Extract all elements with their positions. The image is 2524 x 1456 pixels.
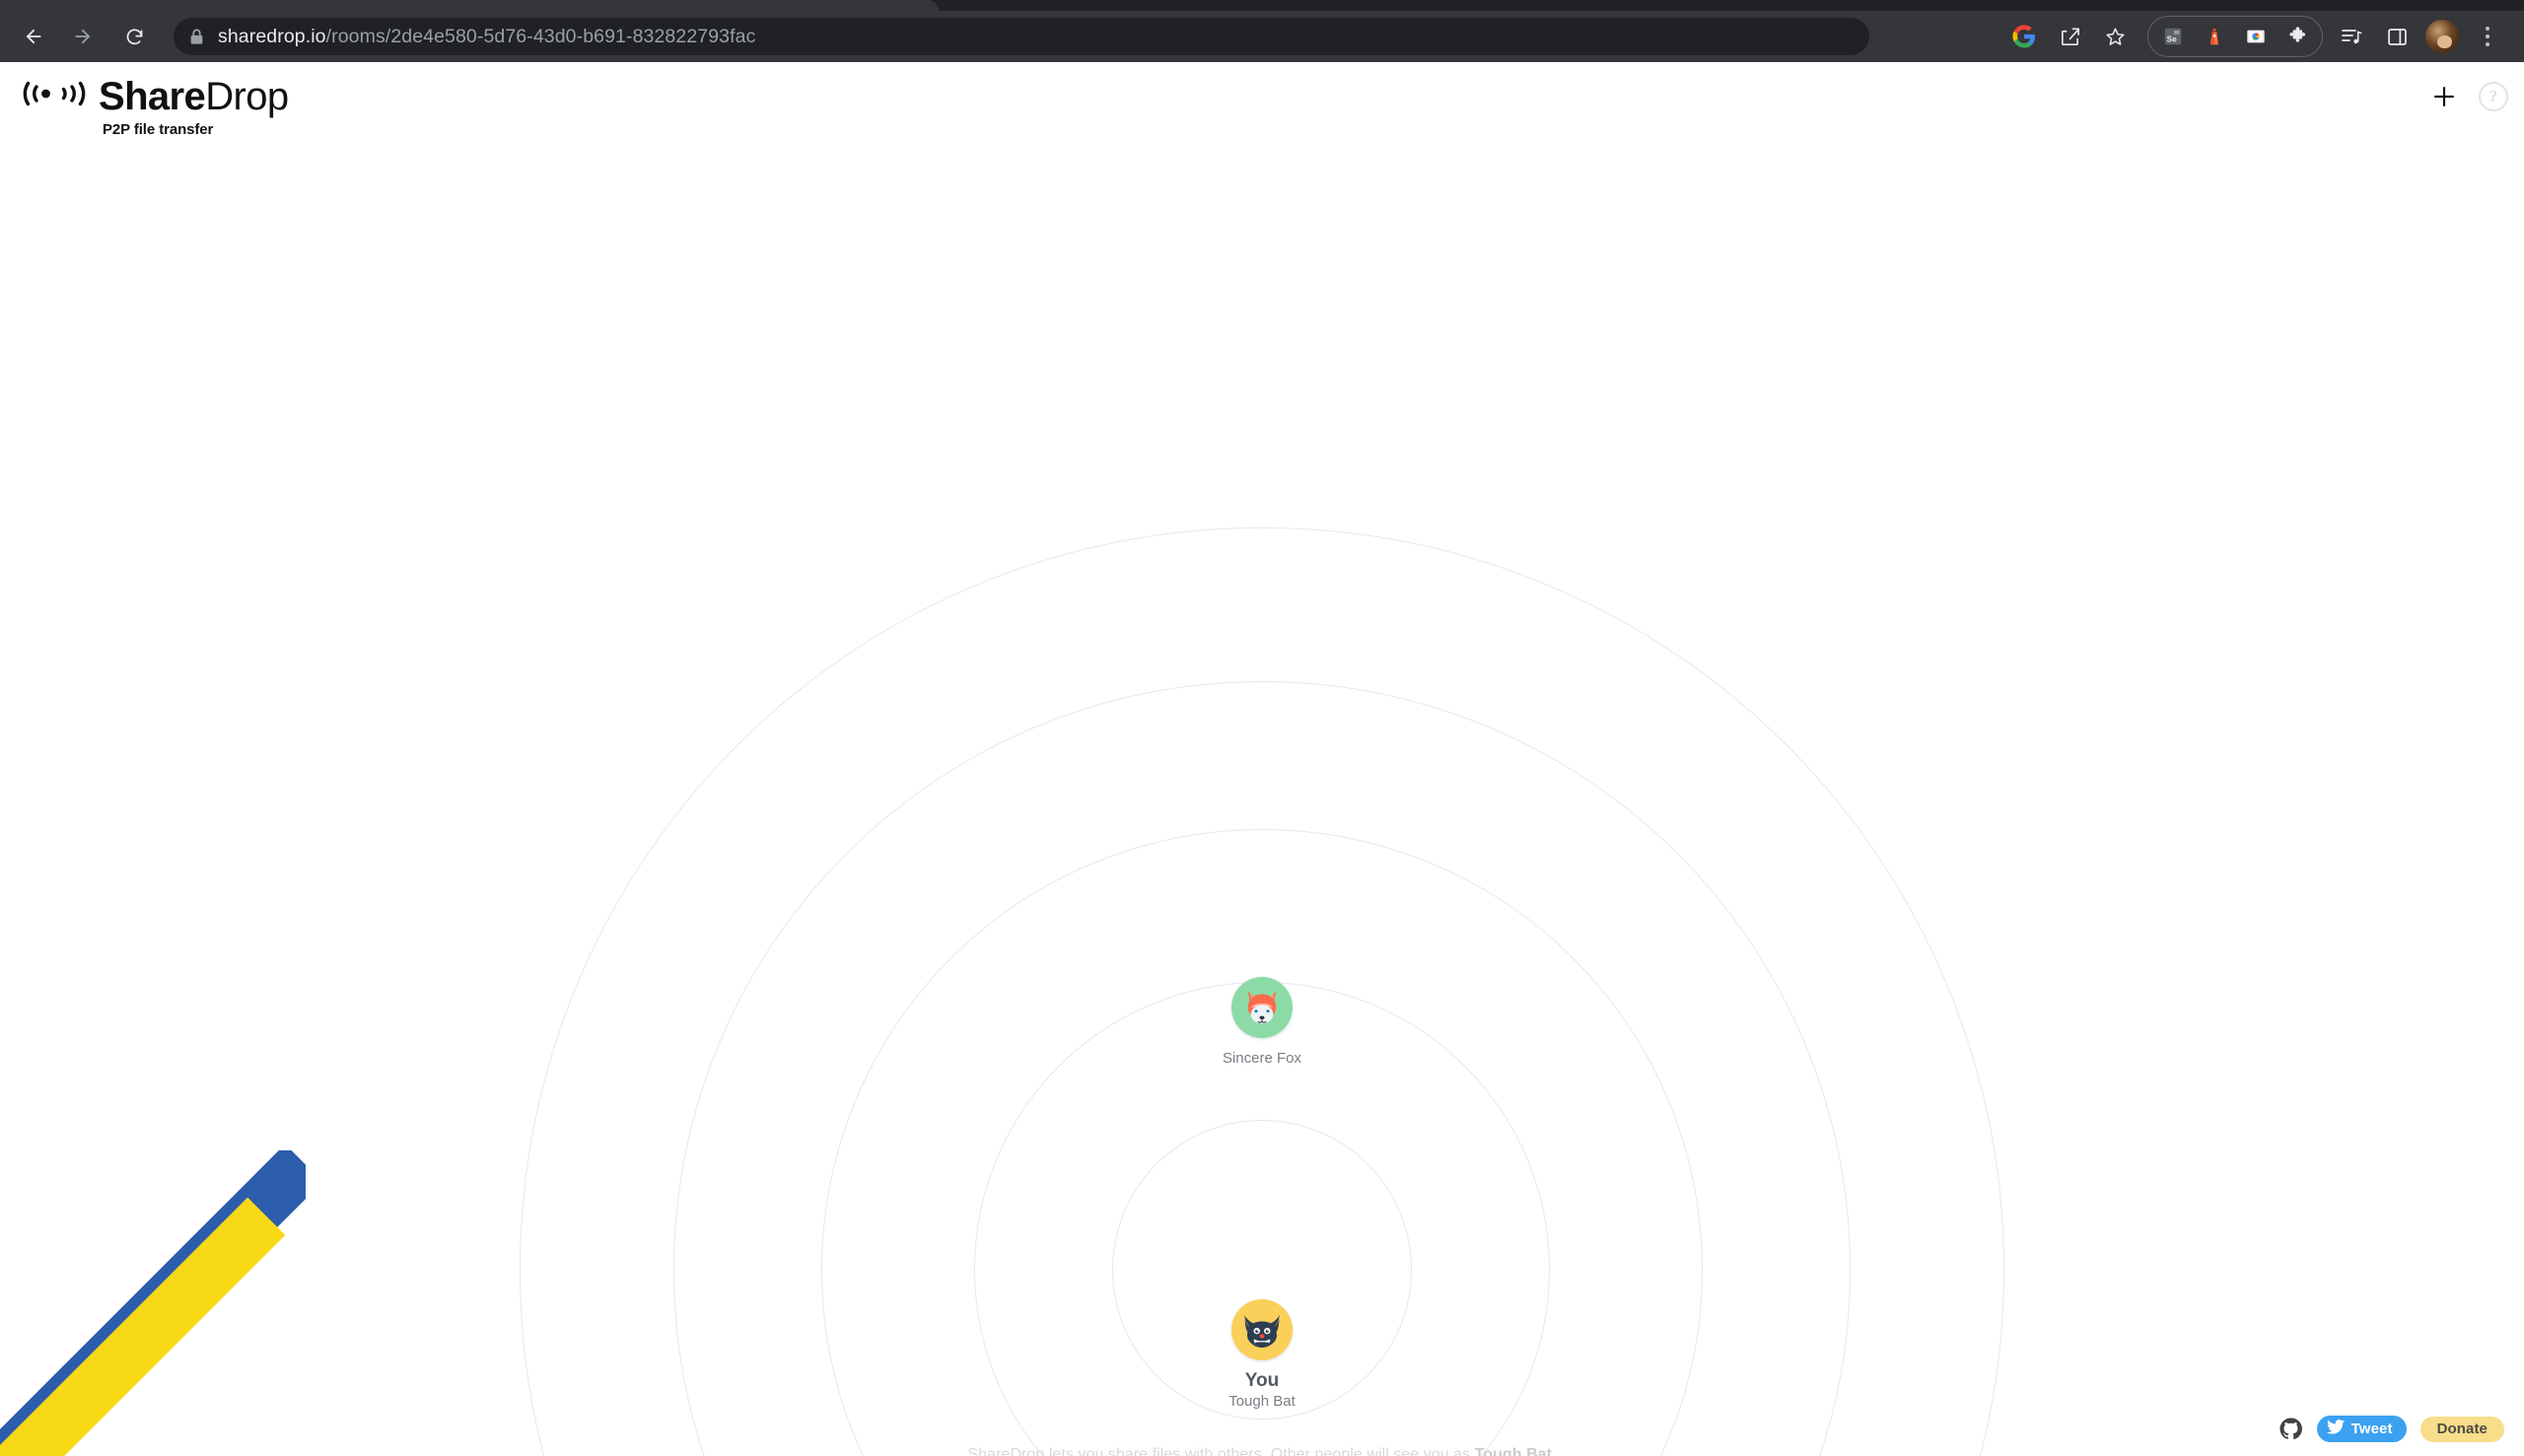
peer-sincere-fox[interactable]: Sincere Fox xyxy=(1065,977,1459,1069)
footer-actions: Tweet Donate xyxy=(2279,1416,2504,1442)
sharedrop-page: ShareDrop P2P file transfer ? Sincere Fo… xyxy=(0,62,2524,1456)
intro-suffix: . xyxy=(1552,1446,1557,1456)
lock-icon xyxy=(189,29,204,45)
side-panel-icon[interactable] xyxy=(2374,14,2419,59)
share-icon[interactable] xyxy=(2047,14,2092,59)
ribbon-yellow-band xyxy=(0,1197,286,1456)
peer-you-label: You xyxy=(1244,1370,1280,1391)
active-browser-tab[interactable] xyxy=(0,0,939,11)
ribbon-blue-band xyxy=(0,1150,306,1456)
logo-share: Share xyxy=(99,74,206,118)
twitter-bird-icon xyxy=(2326,1420,2345,1438)
profile-avatar[interactable] xyxy=(2425,20,2459,53)
ukraine-support-ribbon[interactable] xyxy=(0,1150,306,1456)
sharedrop-logo[interactable]: ShareDrop P2P file transfer xyxy=(18,74,289,138)
address-bar[interactable]: sharedrop.io/rooms/2de4e580-5d76-43d0-b6… xyxy=(174,18,1869,55)
forward-arrow-icon[interactable] xyxy=(59,13,106,60)
app-header: ShareDrop P2P file transfer ? xyxy=(0,62,2524,171)
intro-text: ShareDrop lets you share files with othe… xyxy=(968,1446,1557,1456)
peer-name: Tough Bat xyxy=(1228,1393,1296,1410)
help-label: ? xyxy=(2489,87,2498,105)
intro-display-name: Tough Bat xyxy=(1474,1446,1552,1456)
screenshot-extension-icon[interactable] xyxy=(2235,17,2277,56)
intro-prefix: ShareDrop lets you share files with othe… xyxy=(967,1446,1475,1456)
url-path: /rooms/2de4e580-5d76-43d0-b691-832822793… xyxy=(325,25,756,47)
logo-drop: Drop xyxy=(205,74,289,118)
bookmark-star-icon[interactable] xyxy=(2092,14,2138,59)
help-question-icon[interactable]: ? xyxy=(2479,82,2508,111)
svg-text:Se: Se xyxy=(2167,35,2178,44)
browser-toolbar: sharedrop.io/rooms/2de4e580-5d76-43d0-b6… xyxy=(0,11,2524,62)
fox-face-icon xyxy=(1247,991,1277,1024)
plus-icon[interactable] xyxy=(2425,78,2463,115)
header-actions: ? xyxy=(2425,78,2508,115)
selenium-extension-icon[interactable]: Se xyxy=(2152,17,2194,56)
back-arrow-icon[interactable] xyxy=(10,13,57,60)
url-text: sharedrop.io/rooms/2de4e580-5d76-43d0-b6… xyxy=(218,26,755,48)
donate-label: Donate xyxy=(2436,1421,2488,1437)
peer-name: Sincere Fox xyxy=(1222,1050,1302,1067)
logo-wordmark: ShareDrop xyxy=(99,76,289,117)
url-host: sharedrop.io xyxy=(218,25,326,47)
browser-tabstrip xyxy=(0,0,2524,11)
browser-chrome: sharedrop.io/rooms/2de4e580-5d76-43d0-b6… xyxy=(0,0,2524,62)
logo-tagline: P2P file transfer xyxy=(103,121,214,138)
github-icon[interactable] xyxy=(2279,1417,2303,1441)
tweet-button[interactable]: Tweet xyxy=(2316,1416,2407,1442)
fox-avatar xyxy=(1231,977,1293,1038)
peer-you-tough-bat[interactable]: You Tough Bat xyxy=(1065,1299,1459,1412)
chrome-menu-kebab-icon[interactable] xyxy=(2465,14,2510,59)
reading-list-icon[interactable] xyxy=(2329,14,2374,59)
reload-icon[interactable] xyxy=(110,13,158,60)
tweet-label: Tweet xyxy=(2350,1421,2393,1437)
bat-face-icon xyxy=(1244,1315,1280,1348)
extensions-puzzle-icon[interactable] xyxy=(2277,17,2318,56)
donate-button[interactable]: Donate xyxy=(2419,1416,2504,1442)
broadcast-waves-icon xyxy=(18,74,91,118)
bat-avatar xyxy=(1231,1299,1293,1360)
toolbar-right-icons: Se xyxy=(2001,14,2524,59)
google-lens-icon[interactable] xyxy=(2001,14,2047,59)
lighthouse-extension-icon[interactable] xyxy=(2194,17,2235,56)
extensions-group: Se xyxy=(2147,16,2323,57)
